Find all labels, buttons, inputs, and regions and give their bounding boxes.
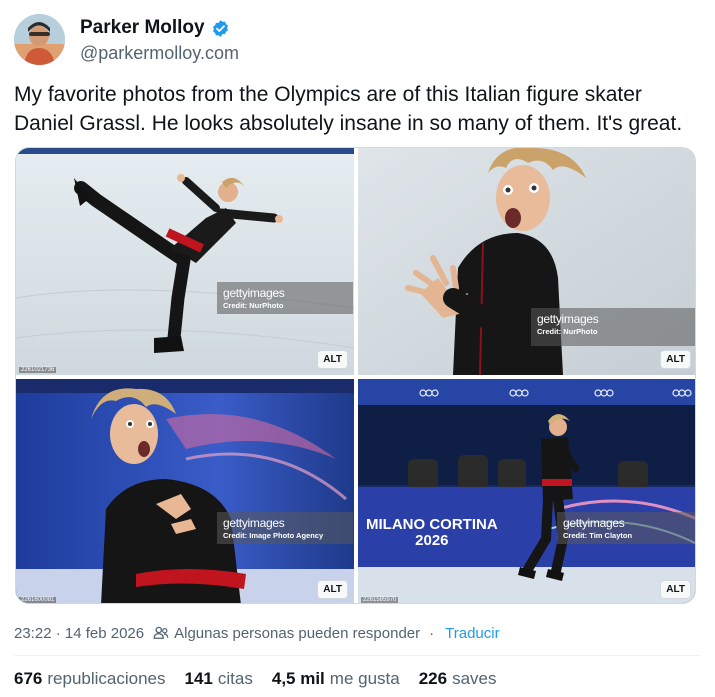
- display-name[interactable]: Parker Molloy: [80, 17, 205, 39]
- getty-watermark: gettyimages Credit: NurPhoto: [217, 282, 353, 314]
- image-id: 2261585970: [361, 597, 399, 603]
- banner-year: 2026: [415, 532, 449, 549]
- media-photo-2[interactable]: gettyimages Credit: NurPhoto ALT: [358, 148, 695, 375]
- verified-badge-icon: [212, 19, 228, 37]
- photo-credit: Credit: Image Photo Agency: [223, 531, 324, 540]
- alt-badge[interactable]: ALT: [317, 580, 348, 599]
- media-photo-3[interactable]: gettyimages Credit: Image Photo Agency 2…: [16, 379, 354, 603]
- reply-setting: Algunas personas pueden responder: [174, 624, 421, 642]
- getty-watermark: gettyimages Credit: Tim Clayton: [557, 512, 695, 544]
- tweet-meta: 23:22 · 14 feb 2026 Algunas personas pue…: [14, 622, 500, 644]
- getty-suffix: images: [247, 516, 285, 530]
- milano-cortina-banner: MILANO CORTINA 2026: [366, 517, 498, 549]
- alt-badge[interactable]: ALT: [660, 350, 691, 369]
- stat-likes[interactable]: 4,5 mil me gusta: [272, 669, 400, 689]
- photo-credit: Credit: NurPhoto: [537, 327, 598, 336]
- skater-jump-arena-image: [358, 379, 695, 603]
- alt-badge[interactable]: ALT: [660, 580, 691, 599]
- banner-text: MILANO CORTINA: [366, 516, 498, 533]
- media-grid: gettyimages Credit: NurPhoto 2261021736 …: [15, 147, 696, 604]
- stat-quotes[interactable]: 141 citas: [185, 669, 253, 689]
- divider: [14, 655, 701, 656]
- getty-suffix: images: [247, 286, 285, 300]
- getty-watermark: gettyimages Credit: NurPhoto: [531, 308, 695, 346]
- stat-saves[interactable]: 226 saves: [419, 669, 497, 689]
- getty-brand: getty: [223, 286, 248, 300]
- tweet-author: Parker Molloy @parkermolloy.com: [14, 14, 514, 68]
- getty-brand: getty: [537, 312, 562, 326]
- tweet-text: My favorite photos from the Olympics are…: [14, 83, 683, 135]
- getty-suffix: images: [587, 516, 625, 530]
- people-icon: [153, 626, 169, 639]
- avatar[interactable]: [14, 14, 65, 65]
- image-id: 2261021736: [19, 367, 57, 373]
- skater-surprised-image: [16, 379, 354, 603]
- separator-dot: ·: [429, 624, 435, 642]
- photo-credit: Credit: Tim Clayton: [563, 531, 633, 540]
- handle[interactable]: @parkermolloy.com: [80, 43, 239, 64]
- getty-watermark: gettyimages Credit: Image Photo Agency: [217, 512, 353, 544]
- translate-link[interactable]: Traducir: [445, 625, 499, 642]
- image-id: 2261600081: [19, 597, 57, 603]
- alt-badge[interactable]: ALT: [317, 350, 348, 369]
- tweet-stats: 676 republicaciones 141 citas 4,5 mil me gu…: [14, 669, 516, 689]
- skater-arabesque-image: [16, 148, 354, 375]
- stat-reposts[interactable]: 676 republicaciones: [14, 669, 166, 689]
- media-photo-1[interactable]: gettyimages Credit: NurPhoto 2261021736 …: [16, 148, 354, 375]
- photo-credit: Credit: NurPhoto: [223, 301, 284, 310]
- avatar-image: [14, 14, 65, 65]
- getty-brand: getty: [223, 516, 248, 530]
- timestamp[interactable]: 23:22 · 14 feb 2026: [14, 625, 144, 642]
- getty-suffix: images: [561, 312, 599, 326]
- getty-brand: getty: [563, 516, 588, 530]
- media-photo-4[interactable]: MILANO CORTINA 2026 gettyimages Credit: …: [358, 379, 695, 603]
